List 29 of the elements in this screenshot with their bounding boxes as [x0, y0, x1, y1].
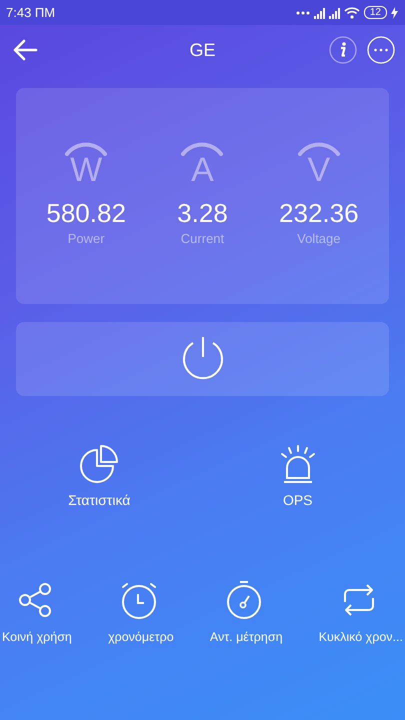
tool-button[interactable]: Αντ. μέτρηση — [210, 580, 283, 644]
feature-button[interactable]: Στατιστικά — [29, 442, 170, 508]
arc-icon — [64, 142, 108, 156]
more-icon[interactable] — [367, 36, 395, 64]
unit-symbol: W — [70, 154, 102, 186]
tool-button[interactable]: Κυκλικό χρον... — [318, 580, 403, 644]
unit-symbol: V — [307, 154, 330, 186]
meter-label: Power — [68, 231, 105, 246]
meter-value: 232.36 — [279, 198, 359, 229]
meter-value: 3.28 — [177, 198, 228, 229]
tool-button[interactable]: Κοινή χρήση — [2, 580, 72, 644]
wifi-icon — [344, 6, 360, 18]
meter-label: Current — [180, 231, 224, 246]
charging-icon — [391, 6, 398, 18]
screen-title: GE — [189, 40, 216, 60]
signal-icon — [328, 6, 340, 18]
meter-value: 580.82 — [46, 198, 126, 229]
signal-icon — [314, 6, 325, 18]
unit-symbol: A — [191, 154, 214, 186]
tool-button[interactable]: χρονόμετρο — [108, 580, 174, 644]
info-icon[interactable] — [329, 36, 357, 64]
battery-level: 12 — [364, 6, 387, 19]
back-arrow-icon[interactable] — [12, 39, 38, 61]
meter-label: Voltage — [297, 231, 340, 246]
dots-icon — [296, 10, 310, 16]
feature-button[interactable]: OPS — [228, 442, 368, 508]
arc-icon — [296, 142, 341, 156]
arc-icon — [180, 142, 224, 156]
clock-time: 7:43 ПМ — [6, 5, 56, 20]
